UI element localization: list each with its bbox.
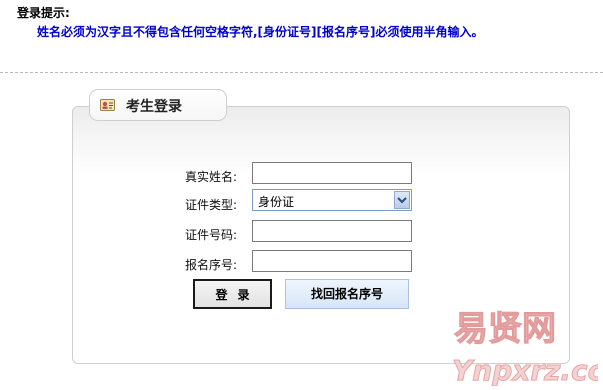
name-input[interactable] bbox=[252, 162, 412, 184]
panel-title: 考生登录 bbox=[126, 99, 182, 115]
login-button[interactable]: 登录 bbox=[193, 279, 272, 309]
id-number-input[interactable] bbox=[252, 220, 412, 242]
id-type-selected-value: 身份证 bbox=[258, 195, 295, 209]
login-tip-text: 姓名必须为汉字且不得包含任何空格字符,[身份证号][报名序号]必须使用半角输入。 bbox=[37, 25, 484, 39]
chevron-down-icon[interactable] bbox=[394, 191, 410, 209]
id-type-select[interactable]: 身份证 bbox=[252, 189, 412, 211]
login-tip-title: 登录提示: bbox=[17, 6, 70, 20]
watermark-chinese: 易贤网 bbox=[454, 309, 556, 349]
id-card-icon bbox=[100, 98, 115, 112]
id-number-label: 证件号码: bbox=[184, 228, 237, 242]
login-panel-tab: 考生登录 bbox=[89, 89, 227, 121]
watermark: 易贤网 Ynpxrz.com bbox=[448, 300, 603, 389]
reg-number-label: 报名序号: bbox=[184, 258, 237, 272]
id-type-label: 证件类型: bbox=[184, 198, 237, 212]
name-label: 真实姓名: bbox=[184, 170, 237, 184]
dashed-divider bbox=[0, 72, 603, 73]
find-reg-number-button[interactable]: 找回报名序号 bbox=[285, 279, 409, 309]
watermark-latin: Ynpxrz.com bbox=[452, 354, 598, 386]
reg-number-input[interactable] bbox=[252, 250, 412, 272]
